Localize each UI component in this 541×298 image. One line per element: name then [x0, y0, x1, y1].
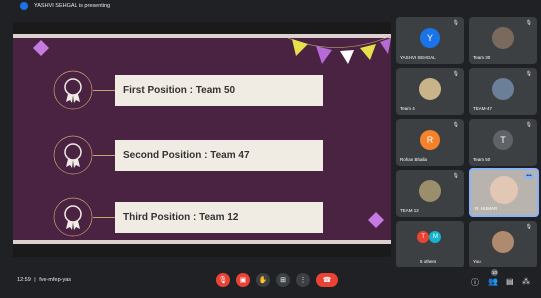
meeting-info: 12:59 | fve-mfep-yas	[17, 277, 71, 283]
presentation-slide: First Position : Team 50 Second Position…	[13, 34, 391, 244]
participant-name: You	[473, 259, 481, 264]
mic-off-icon: 🎙	[525, 20, 532, 26]
first-position-label: First Position : Team 50	[115, 75, 323, 106]
info-button[interactable]: ⓘ	[471, 277, 479, 288]
activities-button[interactable]: ⁂	[522, 277, 530, 286]
avatar	[492, 27, 514, 50]
medal-icon	[53, 197, 93, 237]
more-options-button[interactable]: ⋮	[296, 273, 310, 287]
participant-name: Team 50	[473, 157, 491, 162]
avatar	[490, 176, 518, 205]
participant-name: Team 30	[473, 55, 491, 60]
camera-toggle-button[interactable]: ▣	[236, 273, 250, 287]
meeting-code: fve-mfep-yas	[39, 277, 72, 283]
participant-tile[interactable]: 🎙 T Team 50	[469, 119, 537, 166]
mic-off-icon: 🎙	[525, 224, 532, 230]
participant-tile[interactable]: 🎙 Team 4	[396, 68, 464, 115]
diamond-decoration-right	[368, 212, 384, 228]
end-call-button[interactable]: ☎	[316, 273, 338, 287]
medal-icon	[53, 70, 93, 110]
participant-tile[interactable]: 🎙 R Rohan Bhalla	[396, 119, 464, 166]
avatar: Y	[420, 28, 440, 49]
avatar	[492, 78, 514, 101]
participant-name: Team 4	[400, 106, 415, 111]
row-connector	[93, 90, 115, 91]
presenting-text: YASHVI SEHGAL is presenting	[34, 3, 111, 9]
raise-hand-button[interactable]: ✋	[256, 273, 270, 287]
mic-off-icon: 🎙	[525, 71, 532, 77]
others-tile[interactable]: T M 5 others	[396, 221, 464, 268]
presenting-banner: YASHVI SEHGAL is presenting	[0, 0, 541, 12]
people-count-badge: 10	[491, 269, 498, 276]
bottom-toolbar: 12:59 | fve-mfep-yas 🎙 ▣ ✋ ⊞ ⋮ ☎ ⓘ 👥 10 …	[0, 267, 541, 298]
mic-toggle-button[interactable]: 🎙	[216, 273, 230, 287]
participant-name: TEAM-47	[473, 106, 493, 111]
mic-off-icon: 🎙	[218, 277, 228, 284]
end-call-icon: ☎	[322, 277, 332, 284]
mic-off-icon: 🎙	[452, 173, 459, 179]
avatar: R	[420, 130, 440, 151]
present-screen-icon: ⊞	[280, 277, 286, 284]
avatar	[492, 231, 514, 254]
chat-button[interactable]: ▤	[506, 277, 514, 286]
avatar: T	[493, 130, 513, 151]
more-vert-icon: ⋮	[299, 277, 307, 284]
mic-off-icon: 🎙	[452, 122, 459, 128]
participant-tile[interactable]: 🎙 Y YASHVI SEHGAL	[396, 17, 464, 64]
mic-off-icon: 🎙	[452, 71, 459, 77]
participant-tile[interactable]: 🎙 TEAM-47	[469, 68, 537, 115]
avatar: T	[417, 231, 430, 244]
avatar: M	[429, 231, 442, 244]
row-connector	[93, 217, 115, 218]
participant-tile-active[interactable]: ••• R. HUMAR	[469, 168, 539, 217]
bunting-decoration	[288, 35, 391, 64]
avatar	[419, 180, 441, 203]
participant-name: Rohan Bhalla	[400, 157, 428, 162]
medal-icon	[53, 135, 93, 175]
presentation-stage: First Position : Team 50 Second Position…	[13, 22, 391, 257]
meeting-time: 12:59	[17, 277, 31, 283]
people-button[interactable]: 👥	[488, 277, 498, 286]
present-button[interactable]: ⊞	[276, 273, 290, 287]
participant-name: TEAM 12	[400, 208, 419, 213]
others-count: 5 others	[420, 259, 437, 264]
more-options-icon[interactable]: •••	[524, 173, 534, 179]
participant-name: YASHVI SEHGAL	[400, 55, 436, 60]
second-position-label: Second Position : Team 47	[115, 140, 323, 171]
third-position-label: Third Position : Team 12	[115, 202, 323, 233]
mic-off-icon: 🎙	[452, 20, 459, 26]
avatar	[419, 78, 441, 101]
mic-off-icon: 🎙	[525, 122, 532, 128]
self-tile[interactable]: 🎙 You	[469, 221, 537, 268]
raise-hand-icon: ✋	[258, 277, 268, 284]
participant-name: R. HUMAR	[475, 206, 498, 211]
camera-off-icon: ▣	[239, 277, 247, 284]
diamond-decoration	[33, 40, 49, 56]
participant-tile[interactable]: 🎙 Team 30	[469, 17, 537, 64]
presenter-dot-icon	[20, 2, 28, 10]
slide-bottom-band	[13, 240, 391, 244]
row-connector	[93, 155, 115, 156]
separator: |	[34, 277, 36, 283]
participant-tile[interactable]: 🎙 TEAM 12	[396, 170, 464, 217]
